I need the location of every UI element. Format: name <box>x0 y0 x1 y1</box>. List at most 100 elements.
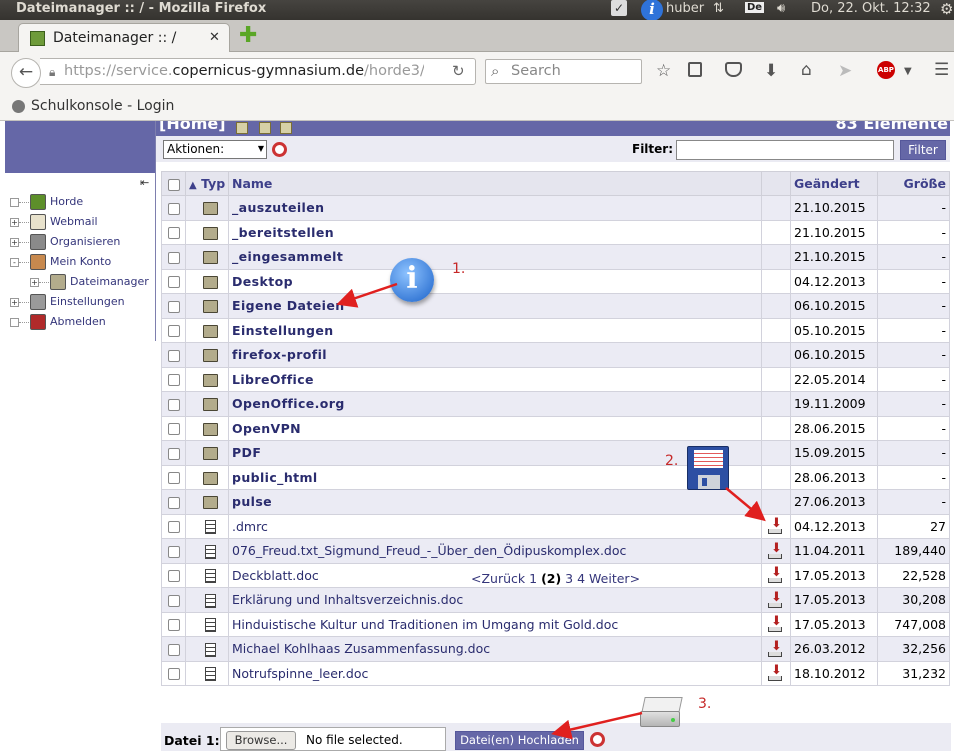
menu-icon[interactable]: ☰ <box>934 60 949 80</box>
tree-expander[interactable]: + <box>10 298 19 307</box>
file-name-link[interactable]: LibreOffice <box>228 366 762 392</box>
row-checkbox[interactable] <box>168 325 180 338</box>
file-name-link[interactable]: .dmrc <box>228 513 762 539</box>
row-checkbox[interactable] <box>168 594 180 607</box>
row-checkbox[interactable] <box>168 300 180 313</box>
network-icon[interactable]: ⇅ <box>713 1 724 16</box>
header-name[interactable]: Name <box>228 171 762 196</box>
filter-button[interactable]: Filter <box>900 140 946 160</box>
search-box[interactable]: ⌕ Search <box>485 59 642 84</box>
reading-list-icon[interactable] <box>688 62 702 77</box>
home-icon[interactable]: ⌂ <box>801 60 812 80</box>
file-name-link[interactable]: Erklärung und Inhaltsverzeichnis.doc <box>228 587 762 613</box>
file-name-link[interactable]: 076_Freud.txt_Sigmund_Freud_-_Über_den_Ö… <box>228 538 762 564</box>
table-row[interactable]: Michael Kohlhaas Zusammenfassung.doc ⬇ 26.… <box>161 636 950 662</box>
lock-icon[interactable]: 🔒︎ <box>49 65 55 80</box>
file-name-link[interactable]: _bereitstellen <box>228 219 762 245</box>
row-checkbox[interactable] <box>168 521 180 534</box>
file-name-link[interactable]: firefox-profil <box>228 342 762 368</box>
reload-icon[interactable]: ↻ <box>452 62 465 80</box>
downloads-icon[interactable]: ⬇ <box>764 61 778 81</box>
download-icon[interactable]: ⬇ <box>768 591 782 608</box>
row-checkbox[interactable] <box>168 496 180 509</box>
help-icon[interactable] <box>272 142 287 157</box>
download-icon[interactable]: ⬇ <box>768 664 782 681</box>
file-name-link[interactable]: OpenOffice.org <box>228 391 762 417</box>
file-name-link[interactable]: Hinduistische Kultur und Traditionen im … <box>228 611 762 637</box>
user-info-icon[interactable]: i <box>641 0 663 21</box>
new-tab-plus-icon[interactable]: ✚ <box>239 25 257 47</box>
upload-help-icon[interactable] <box>590 732 605 747</box>
upload-button[interactable]: Datei(en) Hochladen <box>455 731 584 750</box>
row-checkbox[interactable] <box>168 202 180 215</box>
row-checkbox[interactable] <box>168 374 180 387</box>
browser-tab[interactable]: Dateimanager :: / ✕ <box>18 23 230 52</box>
table-row[interactable]: Notrufspinne_leer.doc ⬇ 18.10.2012 31,232 <box>161 660 950 686</box>
row-checkbox[interactable] <box>168 619 180 632</box>
clock[interactable]: Do, 22. Okt. 12:32 <box>811 1 931 16</box>
username[interactable]: huber <box>666 1 704 16</box>
table-row[interactable]: OpenVPN 28.06.2015- <box>161 415 950 441</box>
paste-icon[interactable] <box>280 122 292 134</box>
bookmark-schulkonsole[interactable]: Schulkonsole - Login <box>31 98 174 114</box>
header-size[interactable]: Größe <box>877 171 950 196</box>
tree-expander[interactable]: + <box>10 218 19 227</box>
keyboard-layout[interactable]: De <box>745 2 765 13</box>
table-row[interactable]: _eingesammelt 21.10.2015- <box>161 244 950 270</box>
download-icon[interactable]: ⬇ <box>768 542 782 559</box>
download-icon[interactable]: ⬇ <box>768 640 782 657</box>
table-row[interactable]: Eigene Dateien 06.10.2015- <box>161 293 950 319</box>
file-name-link[interactable]: public_html <box>228 464 762 490</box>
tree-expander[interactable]: - <box>10 258 19 267</box>
file-name-link[interactable]: _auszuteilen <box>228 195 762 221</box>
file-name-link[interactable]: OpenVPN <box>228 415 762 441</box>
select-all-checkbox[interactable] <box>168 178 180 191</box>
table-row[interactable]: Hinduistische Kultur und Traditionen im … <box>161 611 950 637</box>
table-row[interactable]: LibreOffice 22.05.2014- <box>161 366 950 392</box>
tree-expander[interactable]: + <box>30 278 39 287</box>
checkbox-indicator-icon[interactable]: ✓ <box>611 0 627 16</box>
bookmark-star-icon[interactable]: ☆ <box>656 61 671 81</box>
row-checkbox[interactable] <box>168 472 180 485</box>
table-row[interactable]: PDF 15.09.2015- <box>161 440 950 466</box>
actions-select[interactable]: Aktionen: ▼ <box>163 140 267 159</box>
pocket-icon[interactable] <box>725 62 742 77</box>
table-row[interactable]: .dmrc ⬇ 04.12.2013 27 <box>161 513 950 539</box>
download-icon[interactable]: ⬇ <box>768 615 782 632</box>
table-row[interactable]: Erklärung und Inhaltsverzeichnis.doc ⬇ 17.… <box>161 587 950 613</box>
file-name-link[interactable]: _eingesammelt <box>228 244 762 270</box>
row-checkbox[interactable] <box>168 251 180 264</box>
url-bar[interactable]: 🔒︎ https://service.copernicus-gymnasium.… <box>40 58 476 85</box>
row-checkbox[interactable] <box>168 447 180 460</box>
file-name-link[interactable]: Eigene Dateien <box>228 293 762 319</box>
back-button[interactable]: ← <box>11 58 41 88</box>
table-row[interactable]: Desktop 04.12.2013- <box>161 268 950 294</box>
row-checkbox[interactable] <box>168 570 180 583</box>
new-folder-icon[interactable] <box>259 122 271 134</box>
download-icon[interactable]: ⬇ <box>768 566 782 583</box>
pager-page-4[interactable]: 4 <box>577 571 585 586</box>
file-name-link[interactable]: Desktop <box>228 268 762 294</box>
row-checkbox[interactable] <box>168 227 180 240</box>
table-row[interactable]: public_html 28.06.2013- <box>161 464 950 490</box>
row-checkbox[interactable] <box>168 643 180 656</box>
filter-input[interactable] <box>676 140 894 160</box>
adblock-icon[interactable]: ABP <box>877 61 895 79</box>
pager-page-1[interactable]: 1 <box>529 571 537 586</box>
table-row[interactable]: _auszuteilen 21.10.2015- <box>161 195 950 221</box>
refresh-folder-icon[interactable] <box>236 122 248 134</box>
file-input[interactable]: Browse... No file selected. <box>220 727 446 751</box>
adblock-dropdown-icon[interactable]: ▼ <box>904 62 912 82</box>
file-name-link[interactable]: Michael Kohlhaas Zusammenfassung.doc <box>228 636 762 662</box>
file-name-link[interactable]: Notrufspinne_leer.doc <box>228 660 762 686</box>
row-checkbox[interactable] <box>168 398 180 411</box>
table-row[interactable]: Einstellungen 05.10.2015- <box>161 317 950 343</box>
file-name-link[interactable]: PDF <box>228 440 762 466</box>
share-icon[interactable]: ➤ <box>838 61 852 81</box>
pager-next[interactable]: Weiter> <box>589 571 640 586</box>
volume-icon[interactable]: 🔊︎ <box>777 1 785 16</box>
tree-expander[interactable]: + <box>10 238 19 247</box>
file-name-link[interactable]: pulse <box>228 489 762 515</box>
header-type[interactable]: ▲ Typ <box>185 171 229 196</box>
table-row[interactable]: pulse 27.06.2013- <box>161 489 950 515</box>
